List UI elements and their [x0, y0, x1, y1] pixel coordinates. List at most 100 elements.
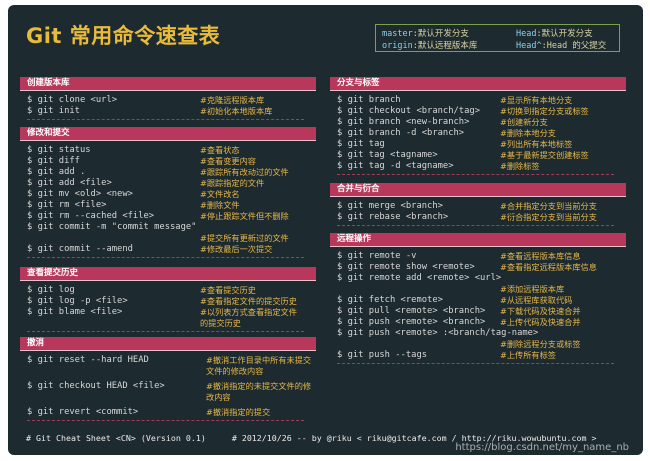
command-text: $ git branch -d <branch> — [337, 128, 465, 138]
command-comment: #显示所有本地分支 — [500, 95, 573, 105]
section-divider — [337, 363, 614, 364]
section-title: 撤消 — [20, 337, 316, 351]
command-text: $ git branch <new-branch> — [337, 117, 470, 127]
command-text: $ git merge <branch> — [337, 201, 443, 211]
command-comment: #删除标签 — [500, 161, 540, 171]
command-text: $ git diff — [27, 156, 80, 166]
cheat-sheet-poster: Git 常用命令速查表 master:默认开发分支 origin:默认远程版本库… — [8, 5, 643, 455]
command-text: $ git pull <remote> <branch> — [337, 306, 486, 316]
command-text: $ git commit --amend — [27, 244, 133, 254]
section-undo: 撤消 $ git reset --hard HEAD #撤消工作目录中所有未提交 文件… — [20, 337, 316, 421]
legend-item-head-parent: Head^:Head 的父提交 — [516, 39, 606, 51]
section-divider — [337, 225, 614, 226]
command-comment: #从远程库获取代码 — [500, 295, 573, 305]
command-text: $ git rm --cached <file> — [27, 211, 155, 221]
legend-text: :默认开发分支 — [536, 29, 593, 39]
section-merge: 合并与衍合 $ git merge <branch> #合并指定分支到当前分支 $ g… — [330, 183, 626, 229]
command-text: $ git branch — [337, 95, 401, 105]
command-comment: #跟踪指定的文件 — [200, 178, 265, 188]
command-text: $ git checkout <branch/tag> — [337, 106, 480, 116]
command-text: $ git push --tags — [337, 350, 428, 360]
command-comment: #上传代码及快速合并 — [500, 317, 581, 327]
section-history: 查看提交历史 $ git log #查看提交历史 $ git log -p <file… — [20, 267, 316, 339]
command-text: $ git log — [27, 285, 75, 295]
command-comment: #查看远程版本库信息 — [500, 251, 581, 261]
command-comment: #查看变更内容 — [200, 156, 256, 166]
command-text: $ git init — [27, 106, 80, 116]
command-text: $ git reset --hard HEAD — [27, 355, 149, 365]
command-comment: #查看指定文件的提交历史 — [200, 296, 297, 306]
legend-key: origin — [382, 41, 413, 51]
legend-key: Head — [516, 29, 537, 39]
section-title: 远程操作 — [330, 233, 626, 247]
command-text: $ git fetch <remote> — [337, 295, 443, 305]
command-text: $ git commit -m "commit message" — [27, 222, 197, 232]
command-comment: #创建新分支 — [500, 117, 548, 127]
legend-box: master:默认开发分支 origin:默认远程版本库 Head:默认开发分支… — [375, 24, 620, 52]
footer-version: # Git Cheat Sheet <CN> (Version 0.1) — [26, 433, 206, 443]
section-branch: 分支与标签 $ git branch #显示所有本地分支 $ git checkout… — [330, 77, 626, 177]
command-comment: #撤消指定的提交 — [206, 407, 271, 417]
command-comment: #克隆远程版本库 — [200, 95, 265, 105]
command-comment: 改内容 — [206, 392, 231, 402]
command-comment: #删除文件 — [200, 200, 240, 210]
command-text: $ git log -p <file> — [27, 296, 128, 306]
poster-title: Git 常用命令速查表 — [26, 24, 221, 48]
command-text: $ git remote show <remote> — [337, 262, 475, 272]
section-modify: 修改和提交 $ git status #查看状态 $ git diff #查看变更内容 $… — [20, 127, 316, 267]
command-comment: #上传所有标签 — [500, 350, 556, 360]
section-divider — [27, 331, 304, 332]
legend-item-master: master:默认开发分支 — [382, 27, 469, 39]
command-comment: #切换到指定分支或标签 — [500, 106, 589, 116]
command-text: $ git mv <old> <new> — [27, 189, 133, 199]
command-text: $ git remote add <remote> <url> — [337, 273, 502, 283]
command-comment: #删除本地分支 — [500, 128, 556, 138]
section-remote: 远程操作 $ git remote -v #查看远程版本库信息 $ git remot… — [330, 233, 626, 383]
section-divider — [27, 119, 304, 120]
watermark: https://blog.csdn.net/my_name_nb — [455, 442, 629, 453]
command-comment: #基于最新提交创建标签 — [500, 150, 589, 160]
command-text: $ git add <file> — [27, 178, 112, 188]
command-comment: #下载代码及快速合并 — [500, 306, 581, 316]
command-text: $ git blame <file> — [27, 307, 123, 317]
legend-key: master — [382, 29, 413, 39]
command-comment: #合并指定分支到当前分支 — [500, 201, 597, 211]
section-divider — [27, 257, 304, 258]
command-comment: #提交所有更新过的文件 — [200, 233, 289, 243]
section-title: 创建版本库 — [20, 77, 316, 91]
command-comment: #衍合指定分支到当前分支 — [500, 212, 597, 222]
command-text: $ git tag <tagname> — [337, 150, 438, 160]
command-text: $ git rm <file> — [27, 200, 107, 210]
section-divider — [27, 420, 304, 421]
legend-key: Head^ — [516, 41, 542, 51]
command-comment: #跟踪所有改动过的文件 — [200, 167, 289, 177]
command-text: $ git remote -v — [337, 251, 417, 261]
section-title: 分支与标签 — [330, 77, 626, 91]
section-create: 创建版本库 $ git clone <url> #克隆远程版本库 $ git init… — [20, 77, 316, 121]
command-comment: 的提交历史 — [200, 318, 241, 328]
command-comment: #添加远程版本库 — [500, 284, 565, 294]
command-comment: #查看状态 — [200, 145, 240, 155]
legend-text: :默认开发分支 — [412, 29, 469, 39]
command-text: $ git tag -d <tagname> — [337, 161, 454, 171]
command-text: $ git rebase <branch> — [337, 212, 449, 222]
command-comment: #以列表方式查看指定文件 — [200, 307, 297, 317]
command-comment: #列出所有本地标签 — [500, 139, 573, 149]
command-text: $ git push <remote> <branch> — [337, 317, 486, 327]
command-comment: #撤消工作目录中所有未提交 — [206, 355, 312, 365]
section-title: 修改和提交 — [20, 127, 316, 141]
command-comment: #查看提交历史 — [200, 285, 256, 295]
section-title: 合并与衍合 — [330, 183, 626, 197]
command-comment: #停止跟踪文件但不删除 — [200, 211, 289, 221]
command-text: $ git status — [27, 145, 91, 155]
command-text: $ git tag — [337, 139, 385, 149]
command-comment: 文件的修改内容 — [206, 366, 264, 376]
command-comment: #文件改名 — [200, 189, 240, 199]
command-comment: #撤消指定的未提交文件的修 — [206, 381, 312, 391]
section-title: 查看提交历史 — [20, 267, 316, 281]
command-comment: #初始化本地版本库 — [200, 106, 273, 116]
legend-item-origin: origin:默认远程版本库 — [382, 39, 477, 51]
command-text: $ git push <remote> :<branch/tag-name> — [337, 328, 539, 338]
command-text: $ git checkout HEAD <file> — [27, 381, 165, 391]
command-text: $ git clone <url> — [27, 95, 118, 105]
